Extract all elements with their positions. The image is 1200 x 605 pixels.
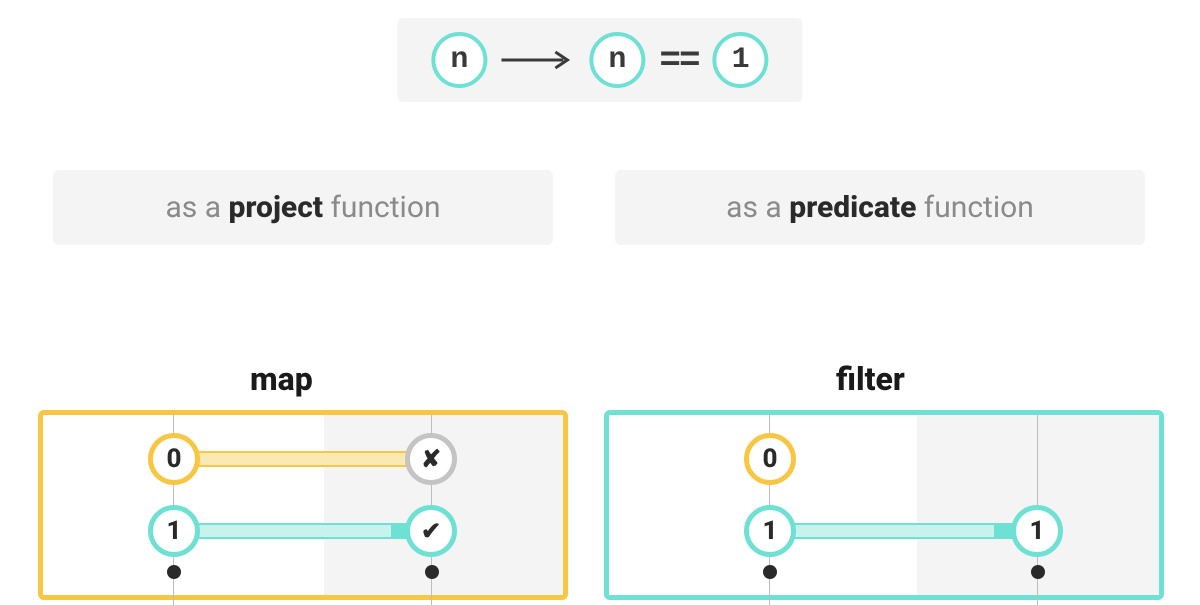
timeline-dot [425, 565, 439, 579]
timeline-dot [167, 565, 181, 579]
timeline-dot [1031, 565, 1045, 579]
equals-operator: == [659, 40, 698, 81]
label-text: function [916, 190, 1033, 225]
project-function-label: as a project function [53, 170, 553, 245]
map-output-marble-true: ✔ [405, 505, 457, 557]
x-icon: ✘ [421, 445, 441, 473]
label-bold: predicate [789, 190, 916, 225]
filter-track-row2 [774, 523, 1034, 539]
filter-input-marble-0: 0 [744, 433, 796, 485]
label-bold: project [228, 190, 323, 225]
predicate-function-label: as a predicate function [615, 170, 1145, 245]
map-input-marble-1: 1 [148, 505, 200, 557]
label-text: as a [165, 190, 228, 225]
filter-diagram: 0 1 1 [604, 410, 1164, 600]
map-track-row1 [178, 451, 428, 467]
map-output-marble-false: ✘ [405, 433, 457, 485]
map-diagram: 0 ✘ 1 ✔ [38, 410, 568, 600]
expr-var-token: n [589, 32, 645, 88]
label-text: as a [726, 190, 789, 225]
filter-output-marble-1: 1 [1011, 505, 1063, 557]
label-text: function [323, 190, 440, 225]
lambda-param-token: n [431, 32, 487, 88]
lambda-expression: n n == 1 [397, 18, 802, 102]
filter-title: filter [836, 360, 905, 398]
filter-input-marble-1: 1 [744, 505, 796, 557]
arrow-icon [501, 50, 575, 70]
timeline-dot [763, 565, 777, 579]
map-input-marble-0: 0 [148, 433, 200, 485]
check-icon: ✔ [421, 517, 441, 545]
expr-value-token: 1 [713, 32, 769, 88]
map-track-row2 [178, 523, 428, 539]
map-title: map [250, 360, 313, 398]
